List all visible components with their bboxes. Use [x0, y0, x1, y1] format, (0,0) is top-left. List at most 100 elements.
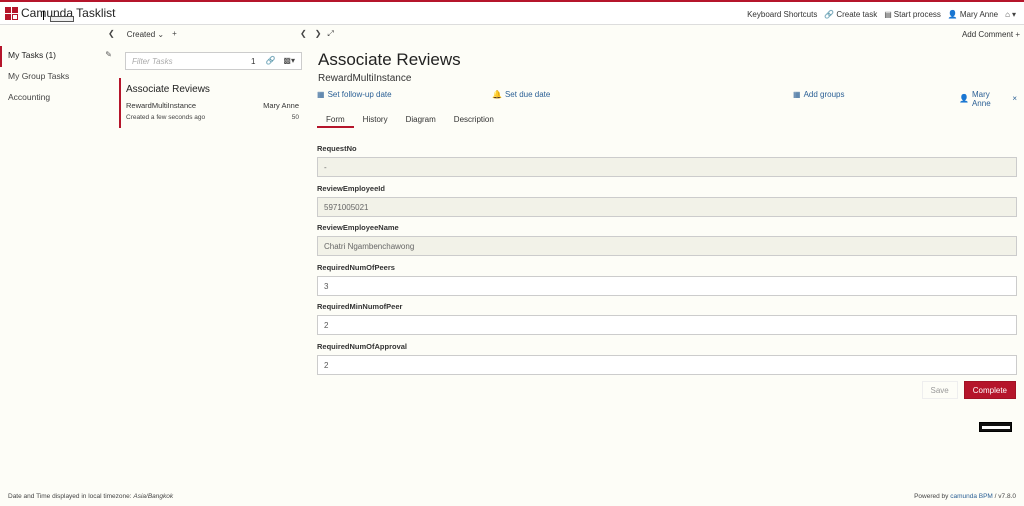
- field-required-num-of-peers: RequiredNumOfPeers 3: [317, 263, 1017, 303]
- task-priority: 50: [291, 114, 299, 121]
- followup-label: Set follow-up date: [327, 90, 392, 99]
- sidebar-item-my-group-tasks[interactable]: My Group Tasks: [0, 67, 118, 88]
- task-list-toolbar: ❮ Created ⌄ +: [108, 27, 308, 41]
- mouse-cursor-icon: [43, 11, 49, 20]
- sidebar-item-label: My Group Tasks: [8, 71, 70, 81]
- keyboard-shortcuts-link[interactable]: Keyboard Shortcuts: [747, 10, 817, 19]
- set-due-date-link[interactable]: 🔔 Set due date: [492, 90, 550, 99]
- sidebar-item-label: Accounting: [8, 92, 51, 102]
- chevron-left-icon[interactable]: ❮: [300, 30, 307, 38]
- create-task-label: Create task: [836, 10, 878, 19]
- sidebar-item-label: My Tasks (1): [8, 50, 57, 60]
- field-required-num-of-approval: RequiredNumOfApproval 2: [317, 342, 1017, 382]
- home-menu[interactable]: ⌂ ▾: [1005, 9, 1016, 19]
- required-num-of-approval-input[interactable]: 2: [317, 354, 1017, 375]
- groups-label: Add groups: [803, 90, 845, 99]
- request-no-input[interactable]: -: [317, 157, 1017, 177]
- sort-label: Created: [126, 29, 156, 39]
- save-button[interactable]: Save: [921, 381, 958, 399]
- close-icon[interactable]: ×: [1012, 95, 1017, 103]
- task-created: Created a few seconds ago: [126, 114, 206, 121]
- review-employee-name-input[interactable]: Chatri Ngambenchawong: [317, 236, 1017, 256]
- add-comment-button[interactable]: Add Comment +: [962, 30, 1020, 39]
- field-label: RequiredNumOfApproval: [317, 341, 408, 351]
- start-process-link[interactable]: ▤ Start process: [884, 10, 941, 19]
- task-list-item[interactable]: Associate Reviews RewardMultiInstance Mar…: [119, 78, 304, 128]
- home-icon: ⌂: [1005, 9, 1010, 19]
- save-filter-icon[interactable]: ▩▾: [283, 57, 295, 65]
- filter-tasks-input[interactable]: Filter Tasks 1 🔗 ▩▾: [125, 52, 302, 70]
- task-actions: ▦ Set follow-up date 🔔 Set due date ▦ Add g…: [317, 90, 1017, 108]
- assignee-label: Mary Anne: [971, 90, 991, 108]
- assignee-link[interactable]: 👤 Mary Anne ×: [959, 90, 1017, 108]
- top-navbar: Camunda Tasklist Keyboard Shortcuts 🔗 Cre…: [0, 0, 1024, 25]
- field-label: ReviewEmployeeName: [317, 223, 399, 232]
- powered-label: Powered by: [914, 493, 949, 500]
- task-title: Associate Reviews: [318, 50, 461, 69]
- review-employee-id-input[interactable]: 5971005021: [317, 196, 1017, 217]
- caret-down-icon: ▾: [1011, 9, 1016, 19]
- bell-icon: 🔔: [492, 89, 502, 99]
- required-min-num-of-peer-input[interactable]: 2: [317, 315, 1017, 335]
- complete-button[interactable]: Complete: [963, 381, 1016, 399]
- form-buttons: Save Complete: [921, 381, 1016, 399]
- task-process: RewardMultiInstance: [126, 101, 197, 110]
- collapse-left-icon[interactable]: ❮: [108, 30, 115, 38]
- user-icon: 👤: [947, 9, 958, 19]
- add-comment-label: Add Comment: [961, 29, 1014, 39]
- tooltip-image-icon: [979, 422, 1012, 432]
- user-icon: 👤: [959, 94, 969, 103]
- task-subtitle: RewardMultiInstance: [318, 73, 412, 84]
- filter-placeholder: Filter Tasks: [132, 56, 173, 66]
- top-nav-links: Keyboard Shortcuts 🔗 Create task ▤ Start p…: [747, 10, 1016, 19]
- chevron-down-icon: ⌄: [157, 29, 165, 39]
- version-label: / v7.8.0: [994, 493, 1016, 500]
- set-followup-date-link[interactable]: ▦ Set follow-up date: [317, 90, 392, 99]
- sort-dropdown[interactable]: Created ⌄: [127, 30, 164, 39]
- camunda-logo-icon: [5, 7, 18, 20]
- tab-form[interactable]: Form: [317, 112, 354, 128]
- calendar-icon: ▦: [317, 89, 325, 99]
- task-tabs: Form History Diagram Description: [317, 112, 1017, 128]
- sidebar-item-accounting[interactable]: Accounting: [0, 88, 118, 109]
- link-icon: 🔗: [824, 9, 835, 19]
- required-num-of-peers-input[interactable]: 3: [317, 275, 1017, 296]
- sidebar-filters: My Tasks (1) ✎ My Group Tasks Accounting: [0, 46, 118, 126]
- chevron-right-icon[interactable]: ❯: [315, 30, 322, 38]
- add-groups-link[interactable]: ▦ Add groups: [793, 90, 844, 99]
- field-review-employee-id: ReviewEmployeeId 5971005021: [317, 184, 1017, 224]
- task-name: Associate Reviews: [126, 84, 210, 95]
- field-label: RequiredMinNumofPeer: [317, 302, 403, 311]
- detail-toolbar: ❮ ❯ ⤢ Add Comment +: [300, 27, 1020, 41]
- task-assignee: Mary Anne: [263, 101, 299, 110]
- create-task-link[interactable]: 🔗 Create task: [824, 10, 877, 19]
- grid-icon: ▦: [793, 89, 801, 99]
- link-icon[interactable]: 🔗: [265, 57, 275, 65]
- field-label: ReviewEmployeeId: [317, 183, 385, 193]
- tz-prefix: Date and Time displayed in local timezon…: [8, 493, 132, 500]
- task-form: RequestNo - ReviewEmployeeId 5971005021 Re…: [317, 144, 1017, 381]
- filter-count: 1: [251, 56, 256, 66]
- add-sort-plus-icon[interactable]: +: [172, 30, 177, 38]
- field-required-min-num-of-peer: RequiredMinNumofPeer 2: [317, 302, 1017, 342]
- list-icon: ▤: [884, 9, 892, 19]
- field-label: RequiredNumOfPeers: [317, 262, 395, 272]
- tab-description[interactable]: Description: [445, 112, 503, 128]
- timezone-footer: Date and Time displayed in local timezon…: [8, 493, 173, 500]
- field-review-employee-name: ReviewEmployeeName Chatri Ngambenchawong: [317, 223, 1017, 263]
- user-menu[interactable]: 👤 Mary Anne: [948, 10, 998, 19]
- due-label: Set due date: [504, 90, 551, 99]
- tab-diagram[interactable]: Diagram: [397, 112, 445, 128]
- powered-by-footer: Powered by camunda BPM / v7.8.0: [914, 493, 1016, 500]
- tab-history[interactable]: History: [354, 112, 397, 128]
- expand-icon[interactable]: ⤢: [327, 30, 333, 38]
- start-process-label: Start process: [893, 10, 941, 19]
- camunda-link[interactable]: camunda BPM: [950, 493, 993, 500]
- sidebar-item-my-tasks[interactable]: My Tasks (1) ✎: [0, 46, 118, 67]
- field-label: RequestNo: [317, 144, 357, 153]
- pencil-icon[interactable]: ✎: [105, 50, 112, 59]
- tooltip-box: [50, 16, 74, 22]
- tz-value: Asia/Bangkok: [133, 493, 174, 500]
- plus-icon: +: [1015, 29, 1020, 39]
- field-request-no: RequestNo -: [317, 144, 1017, 184]
